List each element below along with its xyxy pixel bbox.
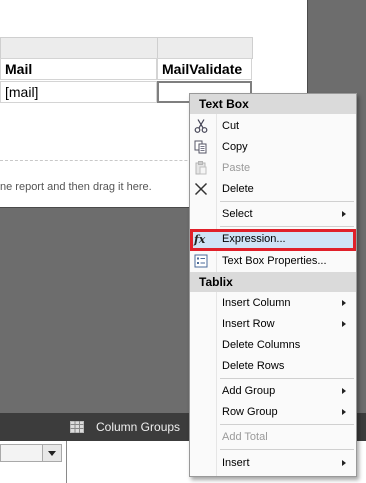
submenu-arrow-icon — [342, 300, 346, 306]
submenu-arrow-icon — [342, 211, 346, 217]
menu-item-insert-row[interactable]: Insert Row — [190, 314, 356, 334]
menu-item-delete[interactable]: Delete — [190, 179, 356, 199]
submenu-arrow-icon — [342, 409, 346, 415]
groups-pane-divider — [66, 441, 67, 483]
header-cell-mailvalidate[interactable]: MailValidate — [157, 58, 252, 80]
tablix-column-handles[interactable] — [0, 37, 253, 59]
menu-item-textbox-properties[interactable]: Text Box Properties... — [190, 251, 356, 271]
context-menu: Text Box Cut Copy Paste Delete Select fx… — [189, 93, 357, 477]
menu-item-cut[interactable]: Cut — [190, 116, 356, 136]
menu-item-add-group[interactable]: Add Group — [190, 381, 356, 401]
copy-icon — [193, 139, 209, 155]
menu-item-insert[interactable]: Insert — [190, 453, 356, 473]
menu-section-textbox: Text Box — [190, 94, 356, 114]
menu-label-insert: Insert — [222, 457, 250, 469]
menu-item-select[interactable]: Select — [190, 204, 356, 224]
column-handle-mail[interactable] — [0, 37, 158, 59]
menu-item-delete-rows[interactable]: Delete Rows — [190, 356, 356, 376]
header-cell-mail[interactable]: Mail — [0, 58, 157, 80]
menu-item-row-group[interactable]: Row Group — [190, 402, 356, 422]
menu-item-expression[interactable]: fx Expression... — [190, 229, 356, 251]
column-groups-icon — [70, 421, 84, 433]
menu-label-delete-columns: Delete Columns — [222, 339, 301, 351]
menu-item-copy[interactable]: Copy — [190, 137, 356, 157]
combo-dropdown-button[interactable] — [42, 445, 61, 461]
paste-icon — [193, 160, 209, 176]
tablix-header-row: Mail MailValidate — [0, 58, 252, 81]
menu-separator — [220, 424, 354, 425]
menu-label-insert-column: Insert Column — [222, 297, 291, 309]
column-groups-label: Column Groups — [96, 420, 181, 434]
scissors-icon — [193, 118, 209, 134]
svg-text:fx: fx — [193, 233, 206, 246]
menu-item-add-total: Add Total — [190, 427, 356, 447]
menu-separator — [220, 378, 354, 379]
menu-label-insert-row: Insert Row — [222, 318, 275, 330]
submenu-arrow-icon — [342, 460, 346, 466]
row-group-combo[interactable] — [0, 444, 62, 462]
menu-label-textbox-properties: Text Box Properties... — [222, 255, 327, 267]
menu-item-paste: Paste — [190, 158, 356, 178]
fx-icon: fx — [193, 231, 209, 247]
properties-icon — [193, 253, 209, 269]
menu-item-delete-columns[interactable]: Delete Columns — [190, 335, 356, 355]
menu-separator — [220, 449, 354, 450]
menu-label-select: Select — [222, 208, 253, 220]
menu-separator — [220, 226, 354, 227]
menu-item-insert-column[interactable]: Insert Column — [190, 293, 356, 313]
submenu-arrow-icon — [342, 388, 346, 394]
column-handle-mailvalidate[interactable] — [157, 37, 253, 59]
data-cell-mail[interactable]: [mail] — [0, 81, 157, 103]
chevron-down-icon — [48, 450, 56, 456]
menu-label-expression: Expression... — [222, 233, 286, 245]
menu-label-row-group: Row Group — [222, 406, 278, 418]
delete-x-icon — [193, 181, 209, 197]
menu-label-paste: Paste — [222, 162, 251, 174]
submenu-arrow-icon — [342, 321, 346, 327]
menu-label-add-group: Add Group — [222, 385, 276, 397]
menu-separator — [220, 201, 354, 202]
drop-zone-hint: ne report and then drag it here. — [0, 181, 152, 193]
menu-label-add-total: Add Total — [222, 431, 268, 443]
menu-label-delete: Delete — [222, 183, 254, 195]
menu-section-tablix: Tablix — [190, 272, 356, 292]
menu-label-delete-rows: Delete Rows — [222, 360, 285, 372]
menu-label-copy: Copy — [222, 141, 248, 153]
menu-label-cut: Cut — [222, 120, 240, 132]
